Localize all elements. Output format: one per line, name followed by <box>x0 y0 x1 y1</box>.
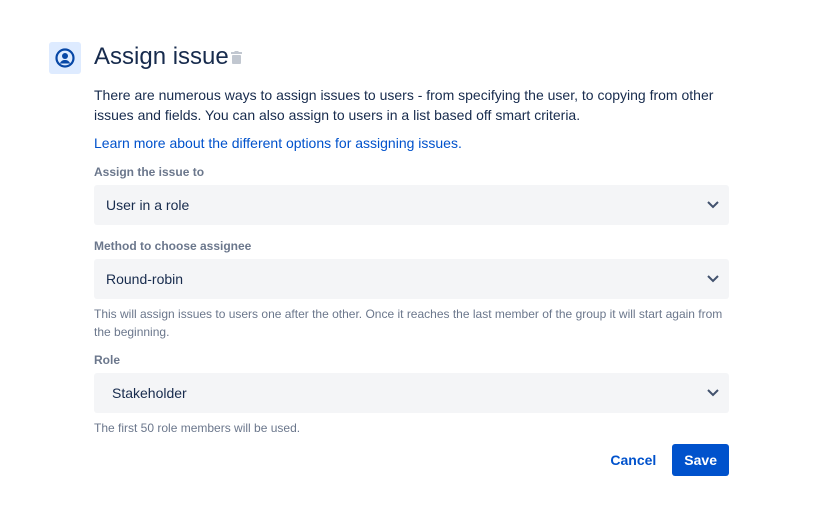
method-label: Method to choose assignee <box>94 239 252 253</box>
role-value: Stakeholder <box>112 385 187 401</box>
chevron-down-icon <box>707 389 719 397</box>
assign-to-value: User in a role <box>106 197 190 213</box>
assign-to-select[interactable]: User in a role <box>94 185 729 225</box>
role-select[interactable]: Stakeholder <box>94 373 729 413</box>
form-actions: Cancel Save <box>610 444 729 476</box>
assign-issue-form: There are numerous ways to assign issues… <box>94 85 729 437</box>
chevron-down-icon <box>707 201 719 209</box>
method-select[interactable]: Round-robin <box>94 259 729 299</box>
description: There are numerous ways to assign issues… <box>94 87 714 123</box>
chevron-down-icon <box>707 275 719 283</box>
assign-to-label: Assign the issue to <box>94 165 205 179</box>
trash-icon[interactable] <box>231 51 242 69</box>
learn-more-link[interactable]: Learn more about the different options f… <box>94 135 729 151</box>
role-help-text: The first 50 role members will be used. <box>94 421 301 435</box>
method-help-text: This will assign issues to users one aft… <box>94 307 723 339</box>
cancel-button[interactable]: Cancel <box>610 446 656 474</box>
role-label: Role <box>94 353 121 367</box>
method-value: Round-robin <box>106 271 184 287</box>
page-title: Assign issue <box>94 43 229 70</box>
user-avatar-icon <box>49 42 81 74</box>
save-button[interactable]: Save <box>672 444 729 476</box>
